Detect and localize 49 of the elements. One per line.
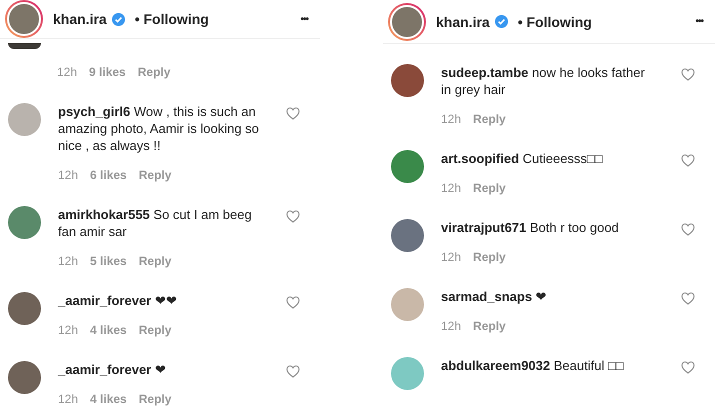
likes-count[interactable]: 6 likes — [90, 168, 127, 182]
more-options-button[interactable]: ••• — [300, 14, 308, 24]
comment-text: _aamir_forever ❤ — [58, 361, 167, 378]
reply-link[interactable]: Reply — [138, 323, 172, 337]
following-status[interactable]: • Following — [518, 14, 592, 30]
comment-text: _aamir_forever ❤❤ — [58, 292, 178, 309]
heart-icon[interactable] — [286, 107, 300, 120]
heart-icon[interactable] — [286, 210, 300, 223]
following-status[interactable]: • Following — [134, 11, 209, 27]
comment-text: viratrajput671 Both r too good — [441, 219, 620, 236]
comment-text: abdulkareem9032 Beautiful □□ — [441, 357, 625, 374]
comment-time: 12h — [57, 65, 78, 79]
comment-text: amirkhokar555 So cut I am beeg fan amir sar — [58, 206, 253, 240]
comment-text: psych_girl6 Wow , this is such an amazing photo, Aamir is looking so nice , as always !! — [58, 103, 260, 154]
comment-time: 12h — [441, 319, 462, 333]
comment-time: 12h — [441, 250, 462, 264]
comment-time: 12h — [58, 168, 78, 182]
comment-time: 12h — [58, 254, 78, 268]
reply-link[interactable]: Reply — [138, 168, 172, 182]
profile-avatar[interactable] — [5, 0, 43, 38]
username[interactable]: khan.ira — [53, 11, 107, 27]
likes-count[interactable]: 4 likes — [90, 323, 127, 337]
comment-time: 12h — [441, 181, 462, 195]
likes-count[interactable]: 5 likes — [90, 254, 127, 268]
reply-link[interactable]: Reply — [473, 181, 506, 195]
more-options-button[interactable]: ••• — [695, 16, 703, 27]
likes-count[interactable]: 9 likes — [89, 65, 126, 79]
reply-link[interactable]: Reply — [473, 319, 506, 333]
heart-icon[interactable] — [681, 68, 695, 81]
heart-icon[interactable] — [286, 296, 300, 309]
heart-icon[interactable] — [681, 154, 695, 167]
reply-link[interactable]: Reply — [473, 112, 506, 126]
username[interactable]: khan.ira — [436, 14, 490, 30]
reply-link[interactable]: Reply — [138, 65, 170, 79]
comment-text: sudeep.tambe now he looks father in grey hair — [441, 64, 646, 98]
reply-link[interactable]: Reply — [138, 392, 172, 406]
heart-icon[interactable] — [681, 292, 695, 305]
heart-icon[interactable] — [286, 365, 300, 378]
likes-count[interactable]: 4 likes — [90, 392, 127, 406]
heart-icon[interactable] — [681, 223, 695, 236]
profile-avatar[interactable] — [388, 2, 426, 40]
comment-time: 12h — [58, 323, 78, 337]
comment-time: 12h — [441, 112, 462, 126]
reply-link[interactable]: Reply — [138, 254, 172, 268]
comment-text: art.soopified Cutieeesss□□ — [441, 150, 604, 167]
reply-link[interactable]: Reply — [473, 250, 506, 264]
comment-text: sarmad_snaps ❤ — [441, 288, 548, 305]
comment-time: 12h — [58, 392, 78, 406]
heart-icon[interactable] — [681, 361, 695, 374]
